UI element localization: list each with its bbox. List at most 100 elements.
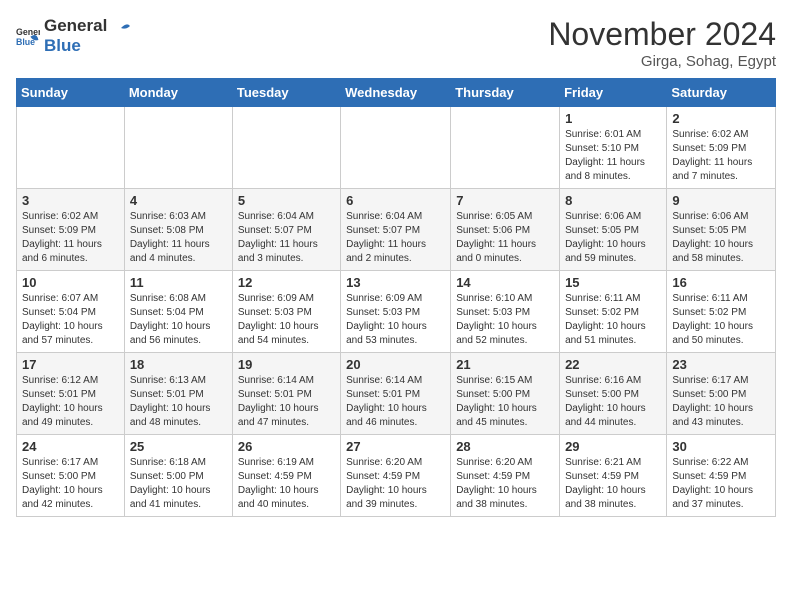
header: General Blue General Blue November 2024 … xyxy=(16,16,776,70)
day-cell-15: 15 Sunrise: 6:11 AMSunset: 5:02 PMDayligh… xyxy=(560,271,667,353)
day-info: Sunrise: 6:04 AMSunset: 5:07 PMDaylight:… xyxy=(346,210,445,266)
day-cell-24: 24 Sunrise: 6:17 AMSunset: 5:00 PMDayligh… xyxy=(17,435,125,517)
day-info: Sunrise: 6:21 AMSunset: 4:59 PMDaylight:… xyxy=(565,456,661,512)
day-cell-17: 17 Sunrise: 6:12 AMSunset: 5:01 PMDayligh… xyxy=(17,353,125,435)
day-number: 6 xyxy=(346,193,445,208)
day-cell-9: 9 Sunrise: 6:06 AMSunset: 5:05 PMDaylight… xyxy=(667,189,776,271)
day-header-wednesday: Wednesday xyxy=(341,79,451,107)
day-number: 4 xyxy=(130,193,227,208)
day-number: 7 xyxy=(456,193,554,208)
empty-cell xyxy=(124,107,232,189)
day-cell-25: 25 Sunrise: 6:18 AMSunset: 5:00 PMDayligh… xyxy=(124,435,232,517)
day-info: Sunrise: 6:20 AMSunset: 4:59 PMDaylight:… xyxy=(346,456,445,512)
week-row-3: 10 Sunrise: 6:07 AMSunset: 5:04 PMDayligh… xyxy=(17,271,776,353)
logo-icon: General Blue xyxy=(16,24,40,48)
day-number: 26 xyxy=(238,439,335,454)
day-info: Sunrise: 6:09 AMSunset: 5:03 PMDaylight:… xyxy=(238,292,335,348)
day-info: Sunrise: 6:02 AMSunset: 5:09 PMDaylight:… xyxy=(672,128,770,184)
day-number: 1 xyxy=(565,111,661,126)
day-number: 2 xyxy=(672,111,770,126)
day-cell-14: 14 Sunrise: 6:10 AMSunset: 5:03 PMDayligh… xyxy=(451,271,560,353)
day-number: 25 xyxy=(130,439,227,454)
day-info: Sunrise: 6:22 AMSunset: 4:59 PMDaylight:… xyxy=(672,456,770,512)
day-cell-19: 19 Sunrise: 6:14 AMSunset: 5:01 PMDayligh… xyxy=(232,353,340,435)
day-number: 16 xyxy=(672,275,770,290)
day-number: 22 xyxy=(565,357,661,372)
empty-cell xyxy=(451,107,560,189)
day-number: 24 xyxy=(22,439,119,454)
day-cell-30: 30 Sunrise: 6:22 AMSunset: 4:59 PMDayligh… xyxy=(667,435,776,517)
day-header-monday: Monday xyxy=(124,79,232,107)
day-info: Sunrise: 6:11 AMSunset: 5:02 PMDaylight:… xyxy=(565,292,661,348)
day-number: 19 xyxy=(238,357,335,372)
svg-text:Blue: Blue xyxy=(16,37,35,47)
day-number: 17 xyxy=(22,357,119,372)
day-number: 23 xyxy=(672,357,770,372)
day-cell-5: 5Sunrise: 6:04 AMSunset: 5:07 PMDaylight… xyxy=(232,189,340,271)
day-number: 10 xyxy=(22,275,119,290)
day-info: Sunrise: 6:05 AMSunset: 5:06 PMDaylight:… xyxy=(456,210,554,266)
day-info: Sunrise: 6:17 AMSunset: 5:00 PMDaylight:… xyxy=(22,456,119,512)
logo-general: General xyxy=(44,16,131,36)
calendar: SundayMondayTuesdayWednesdayThursdayFrid… xyxy=(16,78,776,517)
location: Girga, Sohag, Egypt xyxy=(548,53,776,70)
day-info: Sunrise: 6:19 AMSunset: 4:59 PMDaylight:… xyxy=(238,456,335,512)
day-cell-6: 6 Sunrise: 6:04 AMSunset: 5:07 PMDaylight… xyxy=(341,189,451,271)
day-cell-1: 1Sunrise: 6:01 AMSunset: 5:10 PMDaylight… xyxy=(560,107,667,189)
day-number: 20 xyxy=(346,357,445,372)
logo-blue: Blue xyxy=(44,36,131,56)
day-info: Sunrise: 6:14 AMSunset: 5:01 PMDaylight:… xyxy=(238,374,335,430)
empty-cell xyxy=(341,107,451,189)
day-cell-11: 11Sunrise: 6:08 AMSunset: 5:04 PMDayligh… xyxy=(124,271,232,353)
day-cell-12: 12Sunrise: 6:09 AMSunset: 5:03 PMDayligh… xyxy=(232,271,340,353)
day-number: 13 xyxy=(346,275,445,290)
day-header-saturday: Saturday xyxy=(667,79,776,107)
day-number: 21 xyxy=(456,357,554,372)
day-info: Sunrise: 6:10 AMSunset: 5:03 PMDaylight:… xyxy=(456,292,554,348)
day-number: 18 xyxy=(130,357,227,372)
day-info: Sunrise: 6:03 AMSunset: 5:08 PMDaylight:… xyxy=(130,210,227,266)
week-row-2: 3Sunrise: 6:02 AMSunset: 5:09 PMDaylight… xyxy=(17,189,776,271)
calendar-header-row: SundayMondayTuesdayWednesdayThursdayFrid… xyxy=(17,79,776,107)
day-number: 8 xyxy=(565,193,661,208)
day-number: 27 xyxy=(346,439,445,454)
day-number: 29 xyxy=(565,439,661,454)
day-info: Sunrise: 6:14 AMSunset: 5:01 PMDaylight:… xyxy=(346,374,445,430)
day-cell-4: 4 Sunrise: 6:03 AMSunset: 5:08 PMDaylight… xyxy=(124,189,232,271)
day-info: Sunrise: 6:18 AMSunset: 5:00 PMDaylight:… xyxy=(130,456,227,512)
title-area: November 2024 Girga, Sohag, Egypt xyxy=(548,16,776,70)
logo-bird-icon xyxy=(113,18,131,36)
day-cell-20: 20 Sunrise: 6:14 AMSunset: 5:01 PMDayligh… xyxy=(341,353,451,435)
day-cell-13: 13Sunrise: 6:09 AMSunset: 5:03 PMDayligh… xyxy=(341,271,451,353)
day-number: 15 xyxy=(565,275,661,290)
day-number: 30 xyxy=(672,439,770,454)
day-number: 3 xyxy=(22,193,119,208)
day-number: 28 xyxy=(456,439,554,454)
day-cell-27: 27 Sunrise: 6:20 AMSunset: 4:59 PMDayligh… xyxy=(341,435,451,517)
day-info: Sunrise: 6:07 AMSunset: 5:04 PMDaylight:… xyxy=(22,292,119,348)
week-row-1: 1Sunrise: 6:01 AMSunset: 5:10 PMDaylight… xyxy=(17,107,776,189)
day-info: Sunrise: 6:08 AMSunset: 5:04 PMDaylight:… xyxy=(130,292,227,348)
empty-cell xyxy=(17,107,125,189)
logo: General Blue General Blue xyxy=(16,16,131,56)
day-cell-22: 22 Sunrise: 6:16 AMSunset: 5:00 PMDayligh… xyxy=(560,353,667,435)
day-info: Sunrise: 6:16 AMSunset: 5:00 PMDaylight:… xyxy=(565,374,661,430)
empty-cell xyxy=(232,107,340,189)
day-cell-21: 21 Sunrise: 6:15 AMSunset: 5:00 PMDayligh… xyxy=(451,353,560,435)
day-cell-16: 16Sunrise: 6:11 AMSunset: 5:02 PMDayligh… xyxy=(667,271,776,353)
day-info: Sunrise: 6:12 AMSunset: 5:01 PMDaylight:… xyxy=(22,374,119,430)
day-cell-28: 28 Sunrise: 6:20 AMSunset: 4:59 PMDayligh… xyxy=(451,435,560,517)
day-number: 14 xyxy=(456,275,554,290)
week-row-5: 24 Sunrise: 6:17 AMSunset: 5:00 PMDayligh… xyxy=(17,435,776,517)
day-number: 9 xyxy=(672,193,770,208)
day-info: Sunrise: 6:15 AMSunset: 5:00 PMDaylight:… xyxy=(456,374,554,430)
day-header-friday: Friday xyxy=(560,79,667,107)
day-cell-3: 3Sunrise: 6:02 AMSunset: 5:09 PMDaylight… xyxy=(17,189,125,271)
day-info: Sunrise: 6:06 AMSunset: 5:05 PMDaylight:… xyxy=(672,210,770,266)
week-row-4: 17 Sunrise: 6:12 AMSunset: 5:01 PMDayligh… xyxy=(17,353,776,435)
day-info: Sunrise: 6:20 AMSunset: 4:59 PMDaylight:… xyxy=(456,456,554,512)
day-cell-10: 10 Sunrise: 6:07 AMSunset: 5:04 PMDayligh… xyxy=(17,271,125,353)
day-info: Sunrise: 6:04 AMSunset: 5:07 PMDaylight:… xyxy=(238,210,335,266)
logo-wordmark: General Blue xyxy=(44,16,131,56)
day-header-thursday: Thursday xyxy=(451,79,560,107)
